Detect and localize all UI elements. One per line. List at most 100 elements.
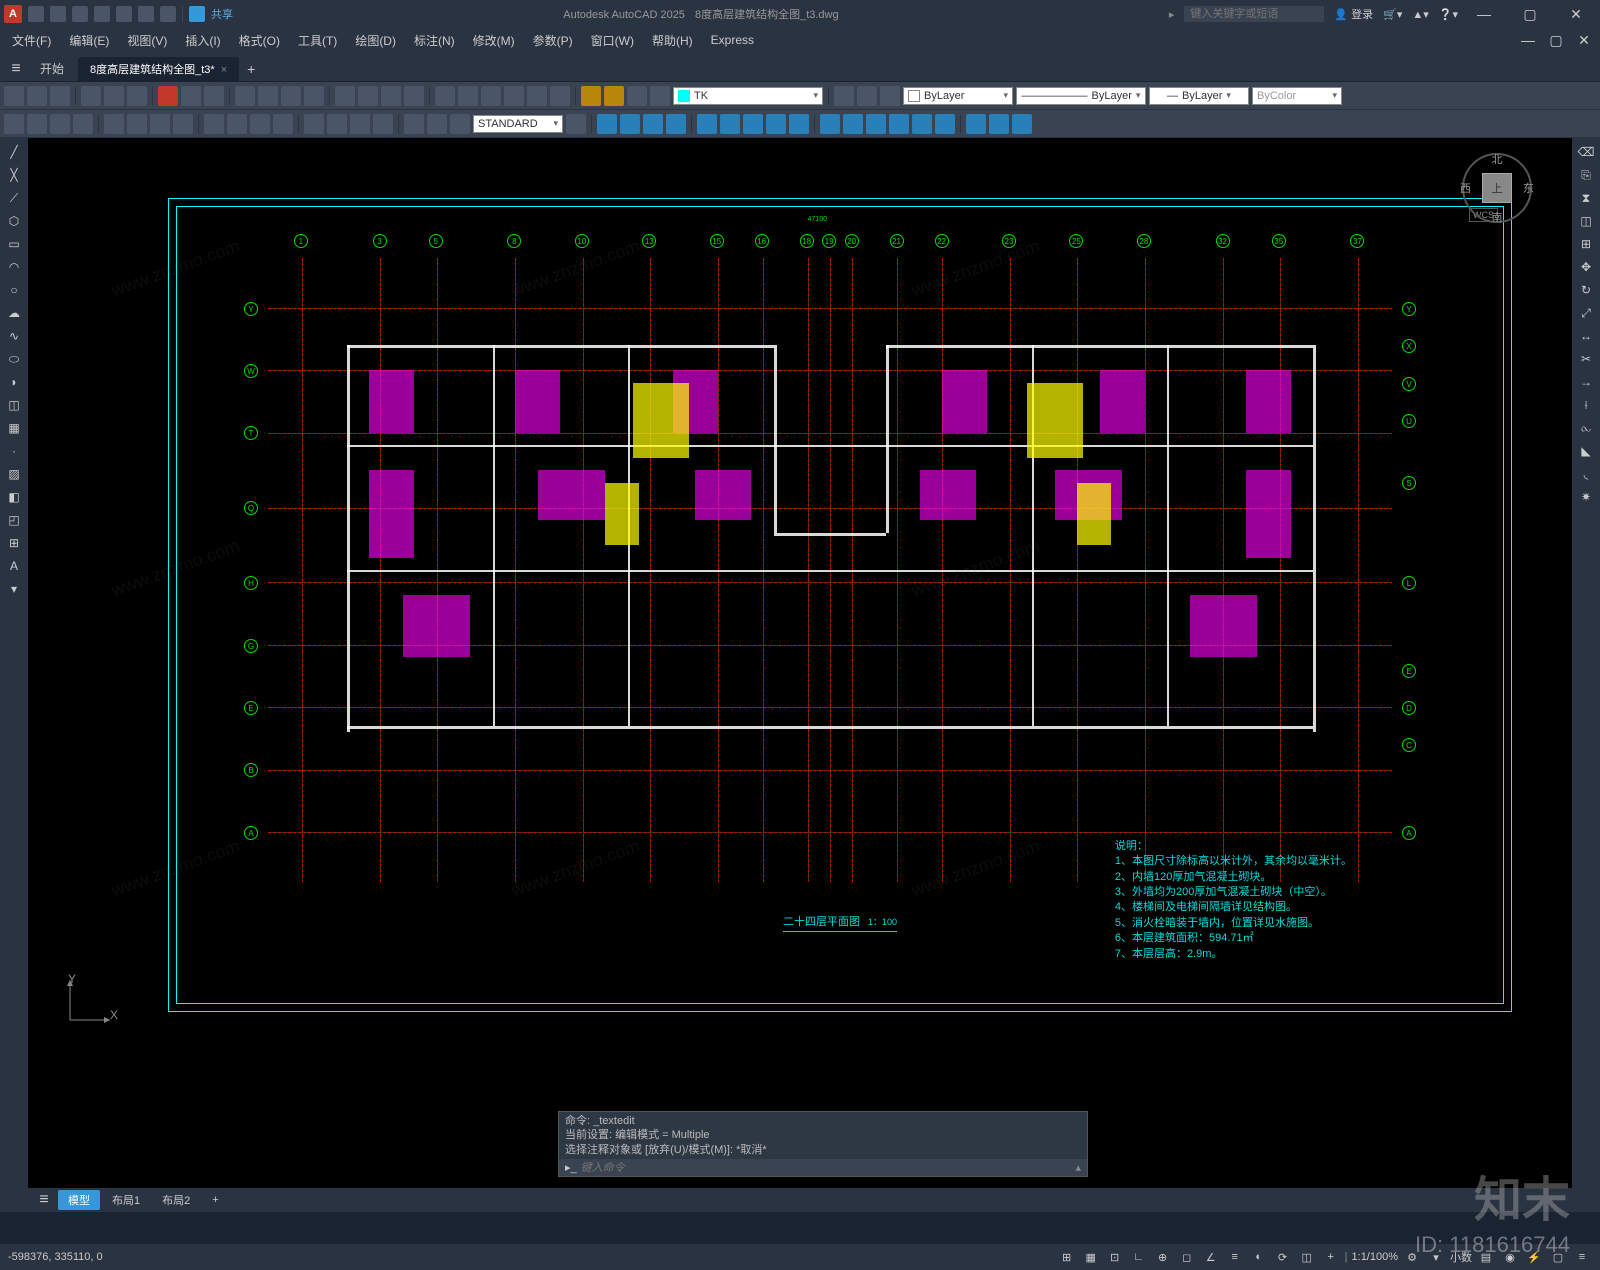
hatch-btn[interactable]: ▨ [4, 464, 24, 484]
dimcont-btn[interactable] [227, 114, 247, 134]
dimstyle-btn[interactable] [566, 114, 586, 134]
dc-btn[interactable] [458, 86, 478, 106]
app-icon[interactable]: A [4, 5, 22, 23]
menu-edit[interactable]: 编辑(E) [61, 30, 117, 51]
xline-btn[interactable]: ╳ [4, 165, 24, 185]
redo-btn[interactable] [304, 86, 324, 106]
command-line[interactable]: 命令: _textedit 当前设置: 编辑模式 = Multiple 选择注释… [558, 1111, 1088, 1177]
polygon-btn[interactable]: ⬡ [4, 211, 24, 231]
annoscale-btn[interactable]: ▾ [1426, 1247, 1446, 1267]
m3[interactable] [643, 114, 663, 134]
polar-btn[interactable]: ⊕ [1153, 1247, 1173, 1267]
menu-modify[interactable]: 修改(M) [465, 30, 523, 51]
3dosnap-btn[interactable]: ◫ [1297, 1247, 1317, 1267]
lweight-btn[interactable]: ≡ [1225, 1247, 1245, 1267]
doc-restore[interactable]: ▢ [1544, 30, 1568, 50]
m14[interactable] [912, 114, 932, 134]
preview-btn[interactable] [104, 86, 124, 106]
command-input[interactable] [581, 1162, 1076, 1174]
dimlin-btn[interactable] [4, 114, 24, 134]
join-btn[interactable]: ⧜ [1576, 418, 1596, 438]
pline-btn[interactable]: ⟋ [4, 188, 24, 208]
save-icon[interactable] [72, 6, 88, 22]
ellipsearc-btn[interactable]: ◗ [4, 372, 24, 392]
undo-icon[interactable] [138, 6, 154, 22]
m16[interactable] [966, 114, 986, 134]
doc-close[interactable]: ✕ [1572, 30, 1596, 50]
lock-icon[interactable] [650, 86, 670, 106]
open-btn[interactable] [27, 86, 47, 106]
break-btn[interactable]: ⟊ [1576, 395, 1596, 415]
dimtedit-btn[interactable] [427, 114, 447, 134]
m13[interactable] [889, 114, 909, 134]
dimjog-btn[interactable] [173, 114, 193, 134]
units-display[interactable]: 小数 [1450, 1249, 1472, 1265]
hw-btn[interactable]: ⚡ [1524, 1247, 1544, 1267]
jogline-btn[interactable] [373, 114, 393, 134]
doc-minimize[interactable]: — [1516, 30, 1540, 50]
m7[interactable] [743, 114, 763, 134]
markup-btn[interactable] [527, 86, 547, 106]
m8[interactable] [766, 114, 786, 134]
new-btn[interactable] [4, 86, 24, 106]
menu-view[interactable]: 视图(V) [119, 30, 175, 51]
menu-window[interactable]: 窗口(W) [583, 30, 642, 51]
color-dropdown[interactable]: ByLayer▾ [903, 87, 1013, 105]
menu-format[interactable]: 格式(O) [231, 30, 288, 51]
dyninput-btn[interactable]: + [1321, 1247, 1341, 1267]
calc-btn[interactable] [550, 86, 570, 106]
mirror-btn[interactable]: ⧗ [1576, 188, 1596, 208]
command-expand-icon[interactable]: ▴ [1075, 1161, 1081, 1174]
line-btn[interactable]: ╱ [4, 142, 24, 162]
m6[interactable] [720, 114, 740, 134]
undo-btn[interactable] [281, 86, 301, 106]
ellipse-btn[interactable]: ⬭ [4, 349, 24, 369]
custom-btn[interactable]: ≡ [1572, 1247, 1592, 1267]
layerprev-btn[interactable] [857, 86, 877, 106]
dimbase-btn[interactable] [204, 114, 224, 134]
insert-btn[interactable]: ◫ [4, 395, 24, 415]
m11[interactable] [843, 114, 863, 134]
dimedit-btn[interactable] [404, 114, 424, 134]
m18[interactable] [1012, 114, 1032, 134]
save-btn[interactable] [50, 86, 70, 106]
arc-btn[interactable]: ◠ [4, 257, 24, 277]
pan-btn[interactable] [335, 86, 355, 106]
m1[interactable] [597, 114, 617, 134]
minimize-button[interactable]: — [1464, 0, 1504, 28]
erase-btn[interactable]: ⌫ [1576, 142, 1596, 162]
copy-obj-btn[interactable]: ⎘ [1576, 165, 1596, 185]
dimalign-btn[interactable] [27, 114, 47, 134]
tab-close-icon[interactable]: × [221, 64, 227, 76]
layer-dropdown[interactable]: TK▾ [673, 87, 823, 105]
move-btn[interactable]: ✥ [1576, 257, 1596, 277]
tol-btn[interactable] [304, 114, 324, 134]
cut-btn[interactable] [158, 86, 178, 106]
grid-btn[interactable]: ▦ [1081, 1247, 1101, 1267]
m17[interactable] [989, 114, 1009, 134]
layout-menu-button[interactable]: ≡ [32, 1188, 56, 1212]
help-icon[interactable]: ❔▾ [1439, 8, 1458, 21]
m2[interactable] [620, 114, 640, 134]
dimang-btn[interactable] [150, 114, 170, 134]
m15[interactable] [935, 114, 955, 134]
inspect-btn[interactable] [350, 114, 370, 134]
menu-tools[interactable]: 工具(T) [290, 30, 345, 51]
publish-btn[interactable] [127, 86, 147, 106]
redo-icon[interactable] [160, 6, 176, 22]
m4[interactable] [666, 114, 686, 134]
table-btn[interactable]: ⊞ [4, 533, 24, 553]
plot-icon[interactable] [116, 6, 132, 22]
menu-draw[interactable]: 绘图(D) [347, 30, 404, 51]
dimarc-btn[interactable] [50, 114, 70, 134]
offset-btn[interactable]: ◫ [1576, 211, 1596, 231]
zoomwin-btn[interactable] [381, 86, 401, 106]
tab-start[interactable]: 开始 [28, 56, 76, 81]
mtext-btn[interactable]: A [4, 556, 24, 576]
menu-express[interactable]: Express [703, 31, 762, 49]
freeze-icon[interactable] [627, 86, 647, 106]
isolate-btn[interactable]: ◉ [1500, 1247, 1520, 1267]
share-label[interactable]: 共享 [211, 6, 233, 22]
qp-btn[interactable]: ▤ [1476, 1247, 1496, 1267]
layermatch-btn[interactable] [880, 86, 900, 106]
